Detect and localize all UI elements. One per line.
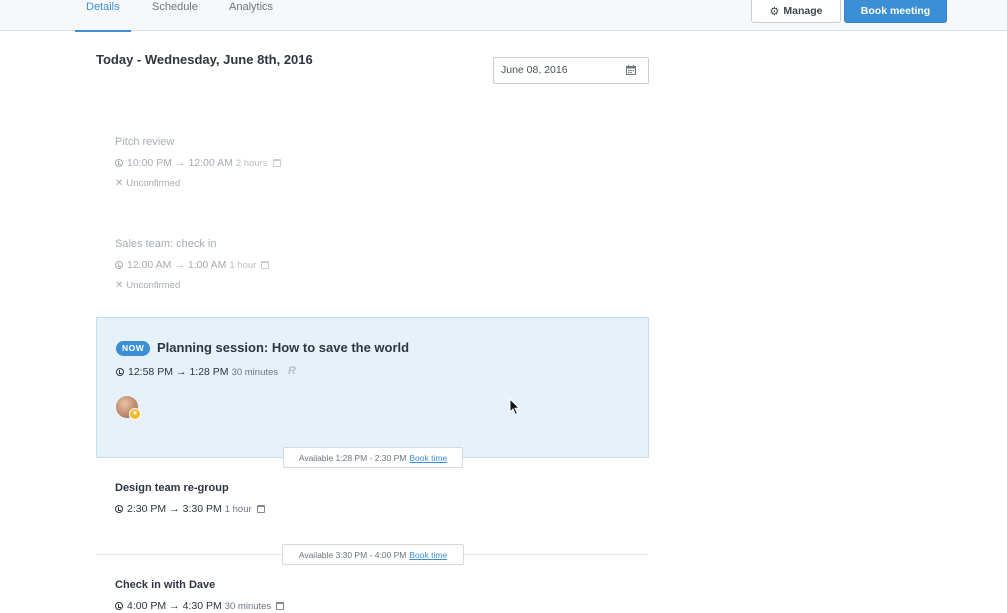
event-time: 12:58 PM → 1:28 PM 30 minutes: [116, 366, 278, 378]
event-duration: 1 hour: [224, 503, 252, 515]
event-status-label: Unconfirmed: [126, 178, 181, 189]
availability-text: Available 1:28 PM - 2:30 PM: [298, 452, 407, 463]
event-duration: 1 hour: [229, 259, 257, 271]
event-time: 12:00 AM → 1:00 AM 1 hour: [115, 259, 270, 271]
now-badge: NOW: [116, 341, 151, 356]
event-start: 12:00 AM: [127, 259, 172, 271]
gear-icon: ⚙: [769, 5, 780, 18]
event-item[interactable]: Design team re-group 2:30 PM → 3:30 PM 1…: [96, 476, 649, 526]
current-event-card[interactable]: NOW Planning session: How to save the wo…: [96, 317, 649, 458]
manage-button[interactable]: ⚙ Manage: [751, 0, 841, 23]
event-end: 1:28 PM: [189, 366, 229, 378]
book-time-link[interactable]: Book time: [409, 453, 447, 463]
event-duration: 30 minutes: [231, 366, 279, 378]
calendar-icon: [256, 505, 265, 513]
event-title: Planning session: How to save the world: [157, 340, 410, 355]
availability-slot: Available 3:30 PM - 4:00 PM Book time: [282, 544, 464, 565]
date-picker[interactable]: [493, 57, 649, 84]
event-item[interactable]: Check in with Dave 4:00 PM → 4:30 PM 30 …: [96, 573, 649, 613]
event-time: 10:00 PM → 12:00 AM 2 hours: [115, 157, 281, 169]
arrow-icon: →: [174, 259, 185, 271]
clock-icon: [115, 159, 123, 167]
event-title: Design team re-group: [115, 482, 229, 494]
date-input[interactable]: [501, 64, 621, 76]
tab-schedule[interactable]: Schedule: [152, 0, 198, 31]
arrow-icon: →: [175, 366, 187, 378]
event-end: 4:30 PM: [182, 600, 222, 612]
event-duration: 30 minutes: [224, 600, 272, 612]
clock-icon: [115, 505, 123, 513]
event-end: 3:30 PM: [182, 503, 222, 515]
event-end: 1:00 AM: [187, 259, 227, 271]
event-start: 12:58 PM: [128, 366, 173, 378]
page-title: Today - Wednesday, June 8th, 2016: [96, 52, 313, 67]
event-status: ✕ Unconfirmed: [115, 280, 180, 291]
tab-analytics[interactable]: Analytics: [229, 0, 273, 31]
calendar-icon: [272, 159, 281, 167]
x-icon: ✕: [115, 178, 124, 189]
top-nav: Details Schedule Analytics ⚙ Manage Book…: [0, 0, 1007, 32]
event-time: 2:30 PM → 3:30 PM 1 hour: [115, 503, 265, 515]
tab-details[interactable]: Details: [75, 0, 131, 32]
event-status: ✕ Unconfirmed: [115, 178, 180, 189]
book-time-link[interactable]: Book time: [409, 550, 447, 560]
event-title: Check in with Dave: [115, 579, 216, 591]
arrow-icon: →: [169, 503, 180, 515]
clock-icon: [115, 602, 123, 610]
manage-button-label: Manage: [783, 5, 823, 17]
calendar-icon[interactable]: [626, 65, 636, 75]
calendar-icon: [261, 261, 270, 269]
clock-icon: [115, 261, 123, 269]
arrow-icon: →: [174, 157, 186, 169]
x-icon: ✕: [115, 280, 124, 291]
availability-slot: Available 1:28 PM - 2:30 PM Book time: [283, 447, 463, 468]
event-status-label: Unconfirmed: [126, 280, 181, 291]
event-start: 2:30 PM: [127, 503, 167, 515]
event-end: 12:00 AM: [188, 157, 233, 169]
event-start: 10:00 PM: [127, 157, 172, 169]
event-time: 4:00 PM → 4:30 PM 30 minutes: [115, 600, 285, 612]
star-icon: ★: [129, 408, 141, 420]
recurring-icon: R: [288, 365, 296, 377]
event-start: 4:00 PM: [127, 600, 167, 612]
event-title: Sales team: check in: [115, 238, 217, 250]
availability-text: Available 3:30 PM - 4:00 PM: [298, 549, 407, 560]
event-item[interactable]: Pitch review 10:00 PM → 12:00 AM 2 hours…: [96, 130, 649, 200]
event-title: Pitch review: [115, 136, 175, 148]
mouse-cursor-icon: [509, 398, 521, 416]
book-meeting-button[interactable]: Book meeting: [844, 0, 947, 23]
arrow-icon: →: [169, 600, 180, 612]
clock-icon: [116, 368, 124, 376]
event-duration: 2 hours: [235, 157, 268, 169]
event-item[interactable]: Sales team: check in 12:00 AM → 1:00 AM …: [96, 232, 649, 302]
calendar-icon: [276, 602, 285, 610]
